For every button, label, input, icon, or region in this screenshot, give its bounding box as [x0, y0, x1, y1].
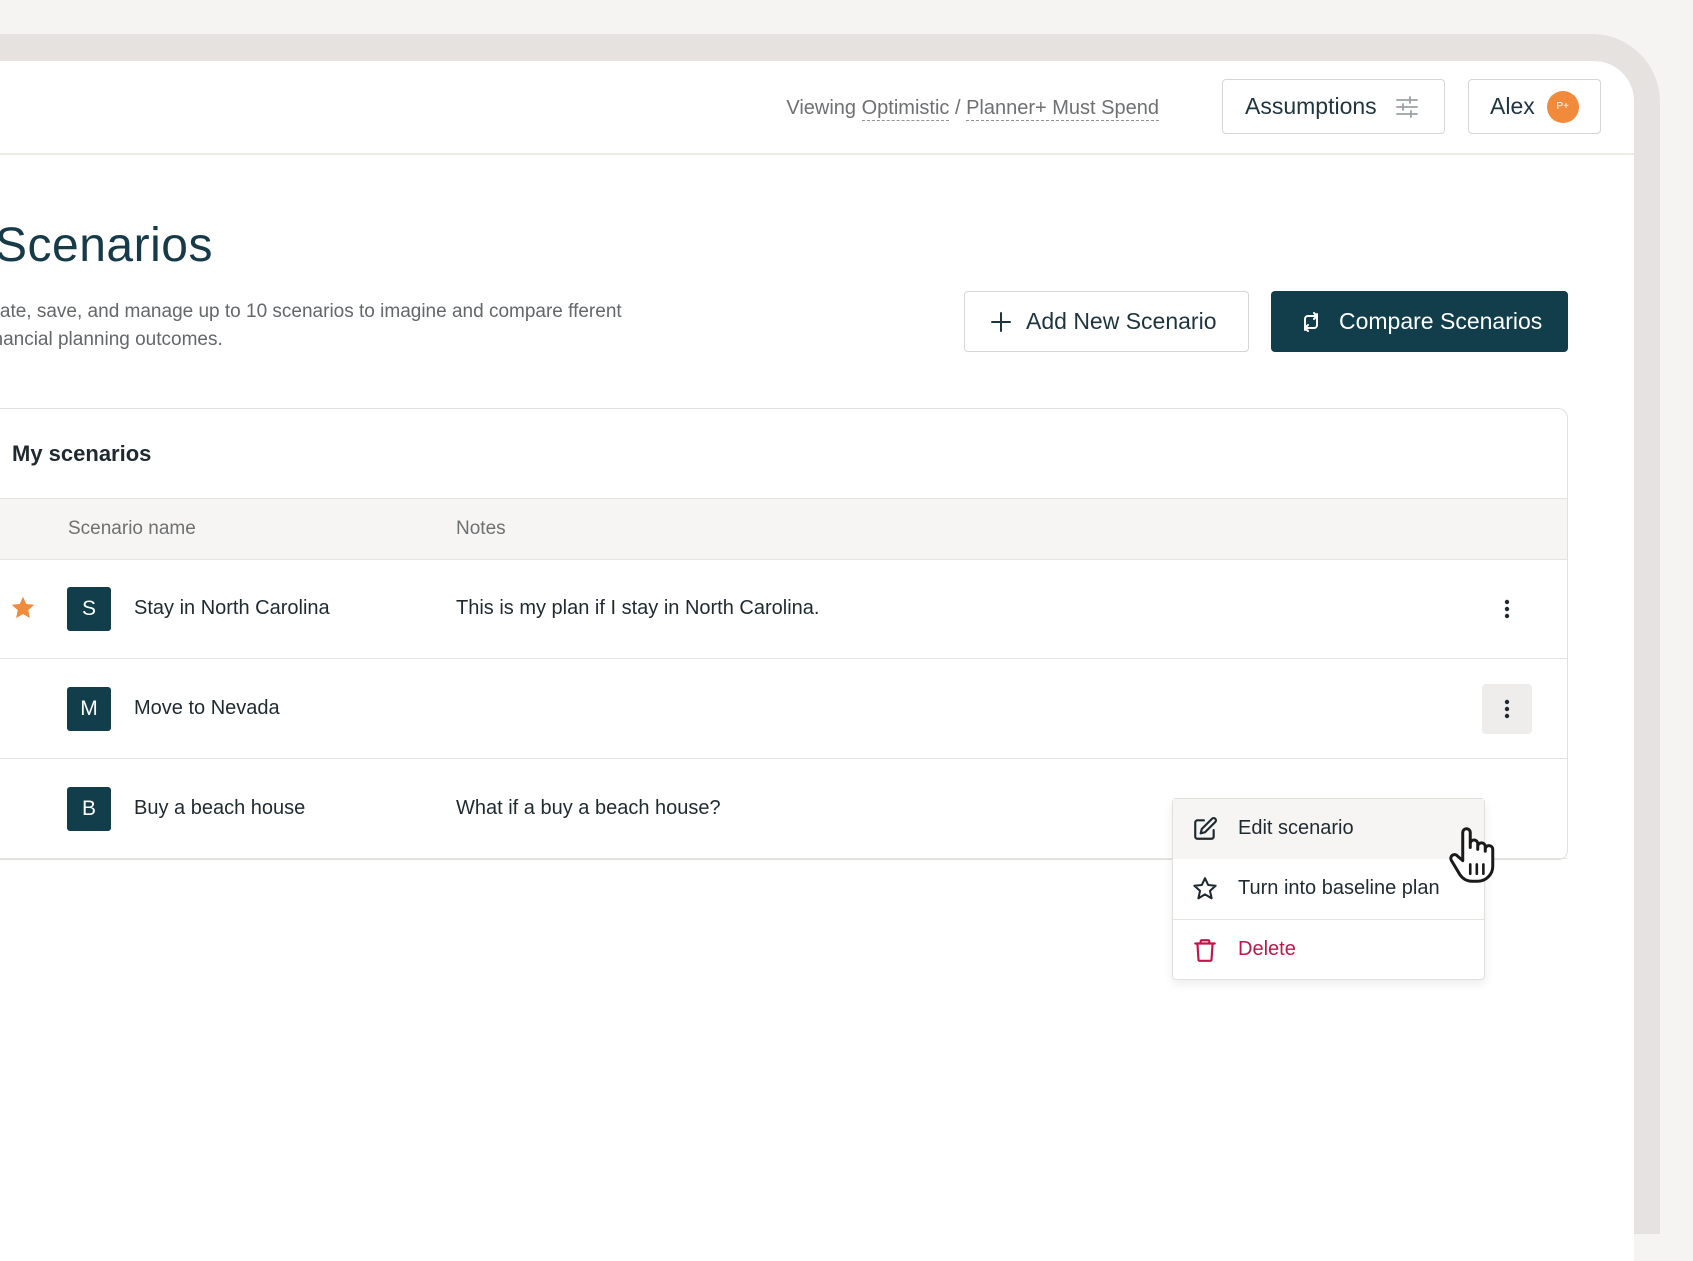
add-scenario-label: Add New Scenario [1026, 308, 1217, 334]
more-vertical-icon [1504, 599, 1510, 619]
table-row[interactable]: M Move to Nevada [0, 659, 1567, 759]
edit-icon [1194, 817, 1217, 840]
table-header: Scenario name Notes [0, 498, 1567, 560]
star-outline-icon [1193, 877, 1217, 900]
column-header-notes: Notes [456, 518, 506, 539]
menu-item-label: Edit scenario [1238, 817, 1354, 839]
scenario-name[interactable]: Move to Nevada [134, 697, 280, 720]
app-screen: Viewing Optimistic / Planner+ Must Spend… [0, 61, 1634, 1261]
menu-item-baseline[interactable]: Turn into baseline plan [1173, 859, 1484, 920]
baseline-star-icon [11, 596, 35, 619]
page-description: reate, save, and manage up to 10 scenari… [0, 301, 622, 350]
row-actions-menu: Edit scenario Turn into baseline plan De… [1172, 798, 1485, 980]
row-actions-button[interactable] [1482, 684, 1532, 734]
viewing-scenario-link[interactable]: Optimistic [861, 97, 950, 121]
compare-scenarios-label: Compare Scenarios [1339, 308, 1543, 334]
avatar: M [67, 687, 111, 731]
scenario-notes: This is my plan if I stay in North Carol… [456, 597, 820, 619]
menu-item-edit-scenario[interactable]: Edit scenario [1173, 799, 1484, 859]
viewing-prefix: Viewing [786, 97, 857, 119]
menu-item-label: Turn into baseline plan [1238, 877, 1440, 899]
plan-badge: P+ [1546, 90, 1579, 123]
plus-icon [991, 311, 1011, 332]
user-name: Alex [1490, 93, 1535, 119]
add-scenario-button[interactable]: Add New Scenario [964, 291, 1249, 352]
scenario-name[interactable]: Buy a beach house [134, 797, 305, 820]
viewing-indicator: Viewing Optimistic / Planner+ Must Spend [786, 97, 1159, 121]
menu-item-delete[interactable]: Delete [1173, 920, 1484, 980]
card-title: My scenarios [12, 441, 152, 466]
avatar: S [67, 587, 111, 631]
viewing-plan-link[interactable]: Planner+ Must Spend [966, 97, 1159, 121]
sliders-icon [1395, 95, 1418, 118]
row-actions-button[interactable] [1482, 584, 1532, 634]
avatar: B [67, 787, 111, 831]
hand-pointer-cursor-icon [1449, 827, 1495, 883]
viewing-separator: / [954, 97, 961, 119]
compare-scenarios-button[interactable]: Compare Scenarios [1271, 291, 1568, 352]
scenario-notes: What if a buy a beach house? [456, 797, 721, 819]
assumptions-label: Assumptions [1245, 93, 1377, 119]
more-vertical-icon [1504, 699, 1510, 719]
menu-item-label: Delete [1238, 938, 1296, 960]
assumptions-button[interactable]: Assumptions [1222, 79, 1445, 134]
scenario-name[interactable]: Stay in North Carolina [134, 597, 330, 620]
trash-icon [1194, 939, 1216, 962]
user-menu-button[interactable]: Alex P+ [1468, 79, 1601, 134]
scenarios-card: My scenarios Scenario name Notes S Stay … [0, 408, 1568, 860]
table-row[interactable]: S Stay in North Carolina This is my plan… [0, 559, 1567, 659]
compare-arrows-icon [1304, 311, 1318, 332]
column-header-name: Scenario name [68, 518, 196, 539]
top-bar: Viewing Optimistic / Planner+ Must Spend… [0, 61, 1634, 155]
page-title: Scenarios [0, 219, 213, 272]
